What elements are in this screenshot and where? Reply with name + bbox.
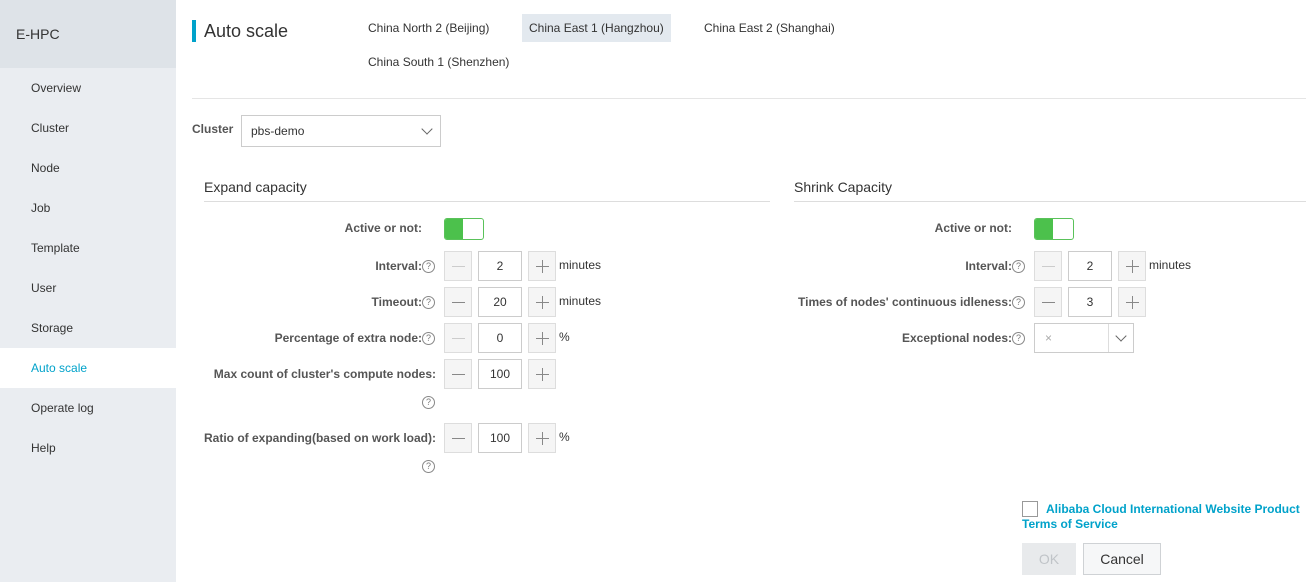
shrink-interval-input[interactable]: 2: [1068, 251, 1112, 281]
help-icon[interactable]: ?: [1012, 260, 1025, 273]
shrink-active-label: Active or not:: [934, 221, 1012, 235]
chevron-down-icon: [421, 123, 433, 135]
sidebar-item-template[interactable]: Template: [0, 228, 176, 268]
sidebar-item-help[interactable]: Help: [0, 428, 176, 468]
region-tab-beijing[interactable]: China North 2 (Beijing): [361, 14, 496, 42]
sidebar-item-job[interactable]: Job: [0, 188, 176, 228]
shrink-interval-label: Interval:: [965, 259, 1012, 273]
expand-active-label: Active or not:: [344, 221, 422, 235]
sidebar-item-cluster[interactable]: Cluster: [0, 108, 176, 148]
expand-ratio-decrement-button[interactable]: [444, 423, 472, 453]
shrink-exceptional-label: Exceptional nodes:: [901, 331, 1012, 345]
header-divider: [192, 98, 1306, 99]
expand-ratio-input[interactable]: 100: [478, 423, 522, 453]
expand-ratio-label: Ratio of expanding(based on work load):: [203, 431, 436, 445]
shrink-interval-unit: minutes: [1149, 258, 1192, 272]
help-icon[interactable]: ?: [422, 396, 435, 409]
expand-active-toggle[interactable]: [444, 218, 484, 240]
region-tab-shenzhen[interactable]: China South 1 (Shenzhen): [361, 48, 516, 76]
sidebar: E-HPC Overview Cluster Node Job Template…: [0, 0, 176, 582]
expand-max-increment-button[interactable]: [528, 359, 556, 389]
exceptional-nodes-select[interactable]: ×: [1034, 323, 1134, 353]
expand-interval-increment-button[interactable]: [528, 251, 556, 281]
expand-interval-decrement-button[interactable]: [444, 251, 472, 281]
expand-section-title: Expand capacity: [204, 179, 307, 195]
expand-timeout-increment-button[interactable]: [528, 287, 556, 317]
close-icon[interactable]: ×: [1045, 331, 1052, 345]
expand-extra-input[interactable]: 0: [478, 323, 522, 353]
expand-timeout-label: Timeout:: [371, 295, 422, 309]
shrink-active-toggle[interactable]: [1034, 218, 1074, 240]
expand-timeout-input[interactable]: 20: [478, 287, 522, 317]
region-tab-hangzhou[interactable]: China East 1 (Hangzhou): [522, 14, 671, 42]
expand-timeout-unit: minutes: [559, 294, 602, 308]
toggle-knob: [1035, 219, 1053, 239]
shrink-section-divider: [794, 201, 1306, 202]
title-accent-bar: [192, 20, 196, 42]
page-title: Auto scale: [204, 21, 289, 41]
tos-link[interactable]: Alibaba Cloud International Website Prod…: [1022, 502, 1306, 532]
expand-extra-label: Percentage of extra node:: [274, 331, 422, 345]
cancel-button[interactable]: Cancel: [1083, 543, 1161, 575]
cluster-label: Cluster: [192, 122, 234, 136]
expand-interval-input[interactable]: 2: [478, 251, 522, 281]
sidebar-item-storage[interactable]: Storage: [0, 308, 176, 348]
expand-timeout-decrement-button[interactable]: [444, 287, 472, 317]
sidebar-item-user[interactable]: User: [0, 268, 176, 308]
sidebar-item-auto-scale[interactable]: Auto scale: [0, 348, 176, 388]
expand-max-input[interactable]: 100: [478, 359, 522, 389]
region-tab-shanghai[interactable]: China East 2 (Shanghai): [697, 14, 842, 42]
expand-extra-increment-button[interactable]: [528, 323, 556, 353]
select-divider: [1108, 324, 1109, 352]
cluster-select-value: pbs-demo: [251, 124, 305, 138]
expand-ratio-increment-button[interactable]: [528, 423, 556, 453]
help-icon[interactable]: ?: [422, 296, 435, 309]
help-icon[interactable]: ?: [1012, 332, 1025, 345]
sidebar-item-operate-log[interactable]: Operate log: [0, 388, 176, 428]
shrink-interval-decrement-button[interactable]: [1034, 251, 1062, 281]
expand-interval-unit: minutes: [559, 258, 602, 272]
cluster-select[interactable]: pbs-demo: [241, 115, 441, 147]
chevron-down-icon: [1115, 330, 1127, 342]
shrink-section-title: Shrink Capacity: [794, 179, 893, 195]
shrink-idle-decrement-button[interactable]: [1034, 287, 1062, 317]
shrink-idle-increment-button[interactable]: [1118, 287, 1146, 317]
help-icon[interactable]: ?: [422, 332, 435, 345]
shrink-idle-label: Times of nodes' continuous idleness:: [798, 295, 1012, 309]
help-icon[interactable]: ?: [1012, 296, 1025, 309]
expand-interval-label: Interval:: [375, 259, 422, 273]
help-icon[interactable]: ?: [422, 260, 435, 273]
expand-ratio-unit: %: [559, 430, 570, 444]
shrink-idle-input[interactable]: 3: [1068, 287, 1112, 317]
expand-max-label: Max count of cluster's compute nodes:: [213, 367, 436, 381]
expand-extra-decrement-button[interactable]: [444, 323, 472, 353]
brand-title: E-HPC: [0, 0, 176, 68]
sidebar-item-node[interactable]: Node: [0, 148, 176, 188]
ok-button[interactable]: OK: [1022, 543, 1076, 575]
shrink-interval-increment-button[interactable]: [1118, 251, 1146, 281]
expand-max-decrement-button[interactable]: [444, 359, 472, 389]
help-icon[interactable]: ?: [422, 460, 435, 473]
sidebar-item-overview[interactable]: Overview: [0, 68, 176, 108]
expand-extra-unit: %: [559, 330, 570, 344]
expand-section-divider: [204, 201, 770, 202]
toggle-knob: [445, 219, 463, 239]
